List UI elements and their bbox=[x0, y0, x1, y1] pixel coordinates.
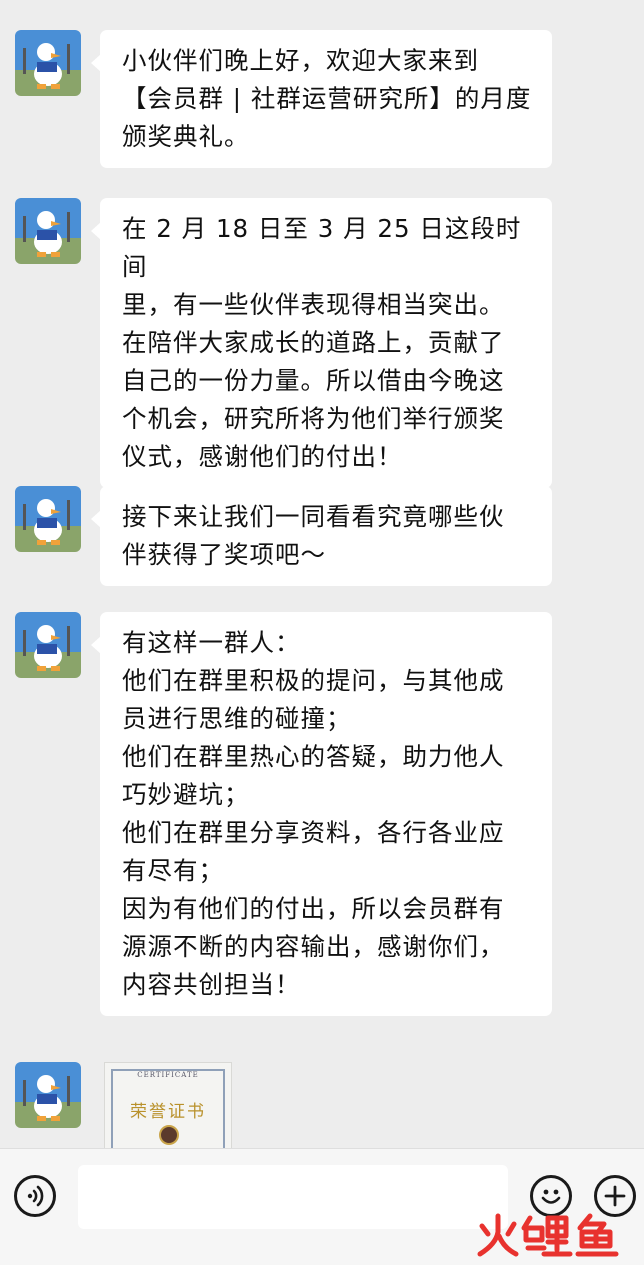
voice-button[interactable] bbox=[14, 1175, 56, 1217]
avatar[interactable] bbox=[15, 612, 81, 678]
message-text: 在 2 月 18 日至 3 月 25 日这段时间 里，有一些伙伴表现得相当突出。… bbox=[122, 214, 522, 471]
avatar[interactable] bbox=[15, 486, 81, 552]
avatar[interactable] bbox=[15, 198, 81, 264]
message-bubble[interactable]: 在 2 月 18 日至 3 月 25 日这段时间 里，有一些伙伴表现得相当突出。… bbox=[91, 198, 552, 488]
avatar[interactable] bbox=[15, 30, 81, 96]
voice-icon bbox=[27, 1185, 44, 1207]
chat-history[interactable]: 小伙伴们晚上好，欢迎大家来到 【会员群 | 社群运营研究所】的月度 颁奖典礼。 … bbox=[0, 0, 644, 1148]
certificate-title: 荣誉证书 bbox=[130, 1102, 206, 1122]
message-text: 接下来让我们一同看看究竟哪些伙 伴获得了奖项吧～ bbox=[122, 502, 505, 569]
plus-icon bbox=[604, 1185, 626, 1207]
message-text: 有这样一群人： 他们在群里积极的提问，与其他成 员进行思维的碰撞； 他们在群里热… bbox=[122, 628, 505, 999]
message-bubble[interactable]: 接下来让我们一同看看究竟哪些伙 伴获得了奖项吧～ bbox=[91, 486, 552, 586]
certificate-image-message[interactable]: CERTIFICATE 荣誉证书 bbox=[104, 1062, 232, 1148]
avatar[interactable] bbox=[15, 1062, 81, 1128]
message-input[interactable] bbox=[78, 1165, 508, 1229]
emoji-icon bbox=[541, 1189, 561, 1204]
message-bubble[interactable]: 有这样一群人： 他们在群里积极的提问，与其他成 员进行思维的碰撞； 他们在群里热… bbox=[91, 612, 552, 1016]
watermark-logo bbox=[472, 1210, 632, 1260]
certificate-header: CERTIFICATE bbox=[137, 1071, 199, 1079]
medal-icon bbox=[159, 1125, 179, 1145]
message-bubble[interactable]: 小伙伴们晚上好，欢迎大家来到 【会员群 | 社群运营研究所】的月度 颁奖典礼。 bbox=[91, 30, 552, 168]
message-text: 小伙伴们晚上好，欢迎大家来到 【会员群 | 社群运营研究所】的月度 颁奖典礼。 bbox=[122, 46, 532, 151]
